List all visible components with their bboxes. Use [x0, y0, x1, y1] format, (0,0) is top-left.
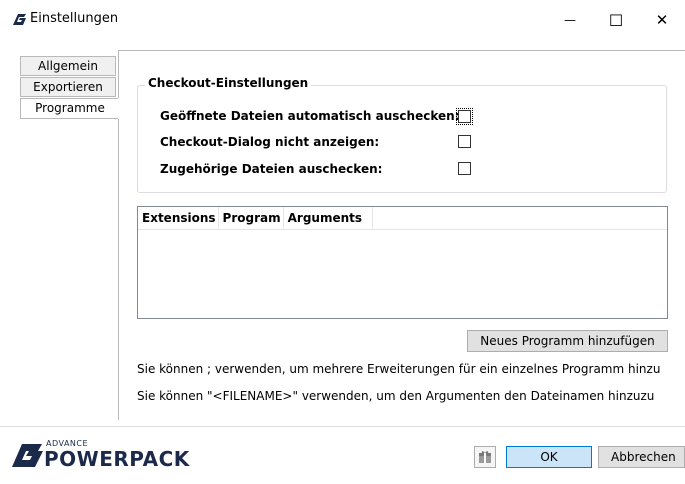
related-files-checkout-checkbox[interactable]	[458, 162, 471, 175]
auto-checkout-label: Geöffnete Dateien automatisch auschecken…	[160, 109, 460, 123]
gift-icon	[479, 451, 491, 463]
ok-button[interactable]: OK	[506, 446, 592, 468]
table-header: Extensions Program Arguments	[138, 207, 667, 230]
maximize-icon: ☐	[608, 10, 624, 30]
hide-checkout-dialog-checkbox[interactable]	[458, 135, 471, 148]
active-tab-joint	[118, 98, 120, 119]
related-files-checkout-label: Zugehörige Dateien auschecken:	[160, 162, 383, 176]
tab-exportieren[interactable]: Exportieren	[20, 77, 116, 97]
auto-checkout-checkbox[interactable]	[456, 108, 473, 125]
footer-divider	[0, 426, 685, 427]
powerpack-logo-icon	[12, 444, 43, 467]
cancel-button[interactable]: Abbrechen	[598, 446, 685, 468]
programs-table[interactable]: Extensions Program Arguments	[137, 206, 668, 319]
maximize-button[interactable]: ☐	[593, 0, 639, 40]
hide-checkout-dialog-label: Checkout-Dialog nicht anzeigen:	[160, 135, 380, 149]
info-text-filename: Sie können "<FILENAME>" verwenden, um de…	[137, 389, 655, 403]
logo-powerpack-text: POWERPACK	[44, 447, 190, 471]
add-program-button[interactable]: Neues Programm hinzufügen	[467, 330, 668, 352]
window-title: Einstellungen	[30, 11, 119, 26]
minimize-button[interactable]: —	[547, 0, 593, 40]
tab-programme[interactable]: Programme	[20, 98, 119, 119]
app-logo-icon	[10, 12, 28, 28]
column-header-extensions[interactable]: Extensions	[138, 207, 219, 229]
close-icon: ✕	[655, 11, 669, 29]
tab-allgemein[interactable]: Allgemein	[20, 56, 116, 76]
column-header-arguments[interactable]: Arguments	[284, 207, 374, 229]
help-button[interactable]	[474, 446, 496, 468]
powerpack-logo: ADVANCE POWERPACK	[10, 438, 190, 474]
minimize-icon: —	[564, 13, 576, 27]
column-header-program[interactable]: Program	[219, 207, 284, 229]
close-button[interactable]: ✕	[639, 0, 685, 40]
checkout-group-title: Checkout-Einstellungen	[145, 76, 312, 90]
info-text-extensions: Sie können ; verwenden, um mehrere Erwei…	[137, 362, 661, 376]
